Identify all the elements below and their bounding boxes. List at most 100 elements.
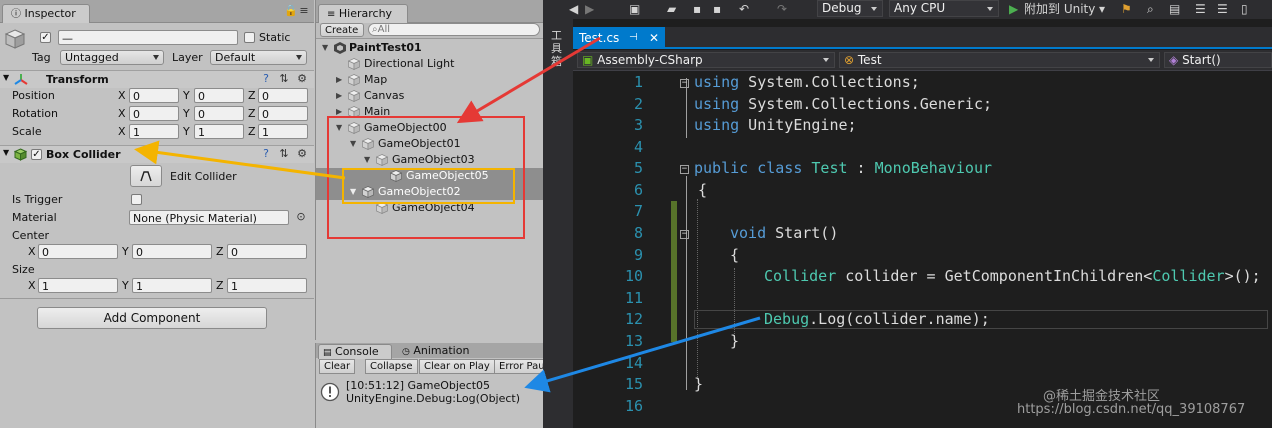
close-icon[interactable]: ✕ <box>649 27 659 49</box>
edit-collider-button[interactable] <box>130 165 162 187</box>
expand-arrow-icon[interactable]: ▼ <box>3 73 9 82</box>
box-collider-enabled-checkbox[interactable]: ✓ <box>31 149 42 160</box>
expand-arrow-icon[interactable]: ▶ <box>336 72 342 88</box>
forward-nav-icon[interactable]: ▶ <box>585 0 594 19</box>
member-dropdown[interactable]: ◈ Start() <box>1164 52 1272 68</box>
help-icon[interactable]: ? <box>260 73 272 85</box>
code-line[interactable]: void Start() <box>730 224 838 242</box>
position-x-field[interactable]: 0 <box>129 88 179 103</box>
tab-inspector[interactable]: ⓘ Inspector <box>2 4 90 23</box>
settings-gear-icon[interactable]: ⚙ <box>296 73 308 85</box>
code-line[interactable]: Debug.Log(collider.name); <box>764 310 990 328</box>
material-field[interactable]: None (Physic Material) <box>129 210 289 225</box>
center-z-field[interactable]: 0 <box>227 244 307 259</box>
size-y-field[interactable]: 1 <box>132 278 212 293</box>
center-x-field[interactable]: 0 <box>38 244 118 259</box>
hierarchy-item[interactable]: Directional Light <box>316 56 544 72</box>
help-icon[interactable]: ? <box>260 148 272 160</box>
object-picker-icon[interactable]: ⊙ <box>295 211 307 223</box>
console-collapse-button[interactable]: Collapse <box>365 359 418 374</box>
console-error-pause-button[interactable]: Error Pau <box>494 359 544 374</box>
scale-z-field[interactable]: 1 <box>258 124 308 139</box>
toolbox-tab[interactable]: 工具箱 <box>551 29 565 68</box>
solution-config-dropdown[interactable]: Debug <box>817 0 883 17</box>
hierarchy-search-input[interactable]: ⌕All <box>368 23 540 36</box>
scale-x-field[interactable]: 1 <box>129 124 179 139</box>
solution-platform-dropdown[interactable]: Any CPU <box>889 0 999 17</box>
tab-hierarchy[interactable]: ≡ Hierarchy <box>318 4 408 23</box>
code-line[interactable]: using System.Collections; <box>694 73 920 91</box>
expand-arrow-icon[interactable]: ▼ <box>3 148 9 157</box>
lock-icon[interactable]: 🔒 <box>284 5 298 17</box>
code-line[interactable]: { <box>698 181 707 199</box>
back-nav-icon[interactable]: ◀ <box>569 0 578 19</box>
object-name-field[interactable]: — <box>58 30 238 45</box>
size-z-field[interactable]: 1 <box>227 278 307 293</box>
code-line[interactable]: using System.Collections.Generic; <box>694 95 992 113</box>
rotation-z-field[interactable]: 0 <box>258 106 308 121</box>
rotation-x-field[interactable]: 0 <box>129 106 179 121</box>
rotation-y-field[interactable]: 0 <box>194 106 244 121</box>
uncomment-icon[interactable]: ☰ <box>1217 0 1228 19</box>
scale-y-field[interactable]: 1 <box>194 124 244 139</box>
expand-arrow-icon[interactable]: ▶ <box>336 88 342 104</box>
hierarchy-item[interactable]: ▶ Map <box>316 72 544 88</box>
save-icon[interactable]: ▪ <box>693 0 701 19</box>
code-line[interactable]: using UnityEngine; <box>694 116 857 134</box>
undo-icon[interactable]: ↶ <box>739 0 749 19</box>
preset-icon[interactable]: ⇅ <box>278 148 290 160</box>
bookmark-icon[interactable]: ▤ <box>1169 0 1180 19</box>
comment-icon[interactable]: ☰ <box>1195 0 1206 19</box>
code-line[interactable]: Collider collider = GetComponentInChildr… <box>764 267 1261 285</box>
open-folder-icon[interactable]: ▰ <box>667 0 676 19</box>
center-y-field[interactable]: 0 <box>132 244 212 259</box>
hierarchy-item[interactable]: ▶ Main <box>316 104 544 116</box>
pin-icon[interactable]: ⊣ <box>629 27 638 49</box>
size-x-field[interactable]: 1 <box>38 278 118 293</box>
transform-header[interactable]: ▼ Transform ? ⇅ ⚙ <box>0 70 314 88</box>
code-line[interactable]: } <box>730 332 739 350</box>
panel-menu-icon[interactable]: ≡ <box>298 5 310 17</box>
preset-icon[interactable]: ⇅ <box>278 73 290 85</box>
chevron-down-icon[interactable]: ▾ <box>1099 0 1105 19</box>
settings-gear-icon[interactable]: ⚙ <box>296 148 308 160</box>
position-y-field[interactable]: 0 <box>194 88 244 103</box>
new-project-icon[interactable]: ▣ <box>629 0 640 19</box>
hierarchy-item[interactable]: ▶ Canvas <box>316 88 544 104</box>
is-trigger-checkbox[interactable] <box>131 194 142 205</box>
axis-z-label: Z <box>216 245 224 258</box>
collapse-icon[interactable]: − <box>680 165 689 174</box>
expand-arrow-icon[interactable]: ▼ <box>322 40 328 56</box>
project-dropdown[interactable]: ▣ Assembly-CSharp <box>577 52 835 68</box>
console-log-entry[interactable]: [10:51:12] GameObject05 UnityEngine.Debu… <box>318 379 544 409</box>
tag-dropdown[interactable]: Untagged <box>60 50 164 65</box>
active-checkbox[interactable]: ✓ <box>40 32 51 43</box>
create-dropdown[interactable]: Create <box>320 23 364 37</box>
position-z-field[interactable]: 0 <box>258 88 308 103</box>
material-label: Material <box>12 211 57 224</box>
code-line[interactable]: } <box>694 375 703 393</box>
find-icon[interactable]: ⌕ <box>1147 0 1154 19</box>
prev-bookmark-icon[interactable]: ▯ <box>1241 0 1248 19</box>
tab-test-cs[interactable]: Test.cs ⊣ ✕ <box>573 27 665 49</box>
console-clear-button[interactable]: Clear <box>319 359 356 374</box>
static-checkbox[interactable] <box>244 32 255 43</box>
layer-dropdown[interactable]: Default <box>210 50 307 65</box>
expand-arrow-icon[interactable]: ▶ <box>336 104 342 116</box>
collapse-icon[interactable]: − <box>680 230 689 239</box>
collapse-icon[interactable]: − <box>680 79 689 88</box>
scene-row[interactable]: ▼ PaintTest01 <box>316 40 544 56</box>
save-all-icon[interactable]: ▪ <box>713 0 721 19</box>
box-collider-header[interactable]: ▼ ✓ Box Collider ? ⇅ ⚙ <box>0 145 314 163</box>
class-dropdown[interactable]: ⊗ Test <box>839 52 1160 68</box>
tab-animation[interactable]: ◷ Animation <box>402 344 469 358</box>
code-line[interactable]: { <box>730 246 739 264</box>
add-component-button[interactable]: Add Component <box>37 307 267 329</box>
redo-icon[interactable]: ↷ <box>777 0 787 19</box>
play-icon[interactable]: ▶ <box>1009 0 1018 19</box>
attach-to-unity-button[interactable]: 附加到 Unity <box>1024 0 1095 19</box>
console-clear-on-play-button[interactable]: Clear on Play <box>419 359 495 374</box>
tab-console[interactable]: ▤ Console <box>318 344 392 359</box>
code-line[interactable]: public class Test : MonoBehaviour <box>694 159 992 177</box>
debug-tool-icon[interactable]: ⚑ <box>1121 0 1132 19</box>
